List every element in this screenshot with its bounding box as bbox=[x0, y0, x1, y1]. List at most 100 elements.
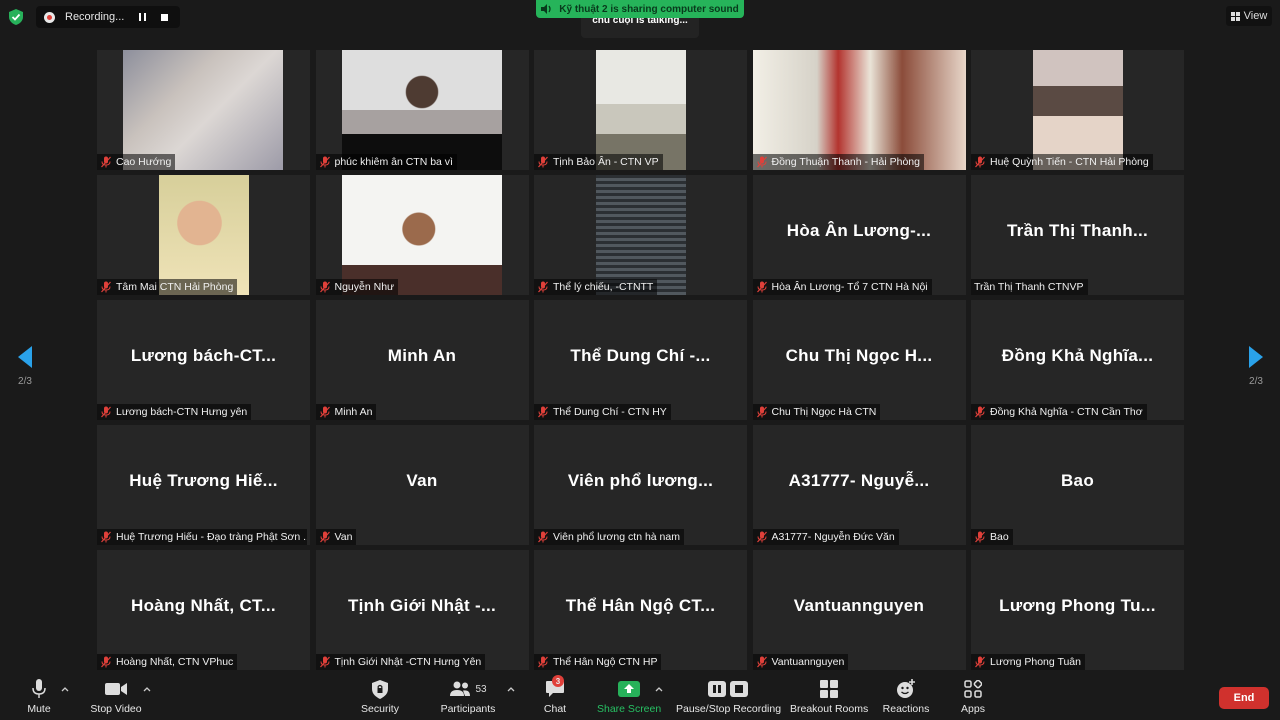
participant-name-label: Nguyễn Như bbox=[315, 279, 399, 295]
video-gallery: Cao Hướng phúc khiêm ân CTN ba vì Tịnh Bảo… bbox=[97, 50, 1184, 670]
participant-tile[interactable]: Tịnh Giới Nhật -... Tịnh Giới Nhật -CTN H… bbox=[315, 550, 529, 670]
participant-tile[interactable]: Cao Hướng bbox=[97, 50, 310, 170]
arrow-left-icon bbox=[18, 346, 32, 368]
participant-tile[interactable]: phúc khiêm ân CTN ba vì bbox=[315, 50, 529, 170]
participant-video bbox=[123, 50, 283, 170]
chat-unread-badge: 3 bbox=[552, 675, 564, 687]
participant-tile[interactable]: Vantuannguyen Vantuannguyen bbox=[752, 550, 966, 670]
pause-recording-button[interactable] bbox=[131, 6, 153, 28]
participant-tile[interactable]: Bao Bao bbox=[971, 425, 1184, 545]
participant-tile[interactable]: Van Van bbox=[315, 425, 529, 545]
share-screen-label: Share Screen bbox=[597, 703, 662, 715]
participant-label-text: Huệ Trương Hiếu - Đạo tràng Phật Sơn ... bbox=[116, 531, 307, 543]
participant-tile[interactable]: Hòa Ân Lương-... Hòa Ân Lương- Tổ 7 CTN H… bbox=[752, 175, 966, 295]
stop-video-label: Stop Video bbox=[90, 703, 142, 715]
meeting-toolbar: Mute Stop Video Security 53 Participants… bbox=[0, 672, 1280, 720]
page-indicator-left: 2/3 bbox=[18, 376, 32, 387]
view-button[interactable]: View bbox=[1226, 6, 1272, 26]
participants-count: 53 bbox=[475, 683, 487, 695]
muted-microphone-icon bbox=[101, 531, 111, 543]
participant-name-label: Thể lý chiếu, -CTNTT bbox=[534, 279, 658, 295]
share-screen-button[interactable]: Share Screen bbox=[597, 678, 661, 715]
view-label: View bbox=[1243, 10, 1268, 22]
participant-name-label: Viên phổ lương ctn hà nam bbox=[534, 529, 684, 545]
arrow-right-icon bbox=[1249, 346, 1263, 368]
participant-video bbox=[159, 175, 249, 295]
participant-name-label: Thể Dung Chí - CTN HY bbox=[534, 404, 671, 420]
muted-microphone-icon bbox=[319, 156, 330, 168]
chat-button[interactable]: 3 Chat bbox=[538, 675, 572, 715]
participant-tile[interactable]: Tịnh Bảo Ân - CTN VP bbox=[534, 50, 747, 170]
participant-label-text: Thể Dung Chí - CTN HY bbox=[553, 406, 667, 418]
participant-tile[interactable]: Lương bách-CT... Lương bách-CTN Hưng yên bbox=[97, 300, 310, 420]
muted-microphone-icon bbox=[538, 281, 548, 293]
participant-tile[interactable]: Tâm Mai CTN Hải Phòng bbox=[97, 175, 310, 295]
muted-microphone-icon bbox=[756, 406, 767, 418]
participant-tile[interactable]: Nguyễn Như bbox=[315, 175, 529, 295]
breakout-rooms-button[interactable]: Breakout Rooms bbox=[790, 678, 868, 715]
participants-icon bbox=[450, 681, 471, 696]
security-shield-icon[interactable] bbox=[9, 9, 23, 25]
mute-label: Mute bbox=[27, 703, 51, 715]
participant-name-label: Vantuannguyen bbox=[752, 654, 849, 670]
mute-button[interactable]: Mute bbox=[22, 678, 56, 715]
next-page-button[interactable]: 2/3 bbox=[1241, 346, 1271, 387]
participant-display-name: Huệ Trương Hiế... bbox=[129, 471, 278, 490]
participant-tile[interactable]: Huệ Trương Hiế... Huệ Trương Hiếu - Đạo t… bbox=[97, 425, 310, 545]
sharing-sound-banner[interactable]: Kỹ thuật 2 is sharing computer sound bbox=[536, 0, 744, 18]
audio-options-chevron-icon[interactable] bbox=[60, 684, 70, 694]
previous-page-button[interactable]: 2/3 bbox=[10, 346, 40, 387]
participant-tile[interactable]: Thể Dung Chí -... Thể Dung Chí - CTN HY bbox=[534, 300, 747, 420]
security-label: Security bbox=[361, 703, 399, 715]
muted-microphone-icon bbox=[319, 281, 330, 293]
participant-tile[interactable]: Thể lý chiếu, -CTNTT bbox=[534, 175, 747, 295]
participant-video bbox=[1033, 50, 1123, 170]
participant-tile[interactable]: Trần Thị Thanh... Trần Thị Thanh CTNVP bbox=[971, 175, 1184, 295]
muted-microphone-icon bbox=[101, 156, 111, 168]
participants-options-chevron-icon[interactable] bbox=[506, 684, 516, 694]
apps-label: Apps bbox=[961, 703, 985, 715]
recording-control-label: Pause/Stop Recording bbox=[676, 703, 782, 715]
participant-video bbox=[596, 50, 686, 170]
participant-display-name: Lương Phong Tu... bbox=[999, 596, 1156, 615]
sharing-sound-text: Kỹ thuật 2 is sharing computer sound bbox=[559, 3, 739, 15]
participant-tile[interactable]: Đồng Khả Nghĩa... Đồng Khả Nghĩa - CTN Cầ… bbox=[971, 300, 1184, 420]
stop-recording-button[interactable] bbox=[153, 6, 175, 28]
pause-icon bbox=[138, 13, 146, 21]
participant-tile[interactable]: Minh An Minh An bbox=[315, 300, 529, 420]
share-options-chevron-icon[interactable] bbox=[654, 684, 664, 694]
muted-microphone-icon bbox=[756, 156, 767, 168]
end-meeting-button[interactable]: End bbox=[1219, 687, 1269, 709]
participant-label-text: Minh An bbox=[334, 406, 373, 418]
security-button[interactable]: Security bbox=[354, 678, 406, 715]
muted-microphone-icon bbox=[756, 656, 767, 668]
muted-microphone-icon bbox=[975, 656, 985, 668]
participant-label-text: Cao Hướng bbox=[116, 156, 172, 168]
muted-microphone-icon bbox=[538, 531, 548, 543]
participant-tile[interactable]: Viên phổ lương... Viên phổ lương ctn hà n… bbox=[534, 425, 747, 545]
video-options-chevron-icon[interactable] bbox=[142, 684, 152, 694]
pause-stop-recording-button[interactable]: Pause/Stop Recording bbox=[676, 678, 782, 715]
participant-tile[interactable]: Thể Hân Ngộ CT... Thể Hân Ngộ CTN HP bbox=[534, 550, 747, 670]
participants-button[interactable]: 53 Participants bbox=[438, 678, 498, 715]
muted-microphone-icon bbox=[101, 406, 111, 418]
participant-video bbox=[341, 50, 502, 170]
reactions-label: Reactions bbox=[882, 703, 930, 715]
participant-tile[interactable]: Hoàng Nhất, CT... Hoàng Nhất, CTN VPhuc bbox=[97, 550, 310, 670]
reactions-button[interactable]: Reactions bbox=[880, 678, 932, 715]
muted-microphone-icon bbox=[319, 406, 330, 418]
participant-tile[interactable]: Huệ Quỳnh Tiến - CTN Hải Phòng bbox=[971, 50, 1184, 170]
participant-label-text: Hoàng Nhất, CTN VPhuc bbox=[116, 656, 234, 668]
participant-tile[interactable]: A31777- Nguyễ... A31777- Nguyễn Đức Văn bbox=[752, 425, 966, 545]
participant-display-name: Đồng Khả Nghĩa... bbox=[1001, 346, 1154, 365]
participant-tile[interactable]: Lương Phong Tu... Lương Phong Tuân bbox=[971, 550, 1184, 670]
participant-tile[interactable]: Chu Thị Ngọc H... Chu Thị Ngọc Hà CTN bbox=[752, 300, 966, 420]
apps-button[interactable]: Apps bbox=[956, 678, 990, 715]
participant-name-label: Huệ Quỳnh Tiến - CTN Hải Phòng bbox=[971, 154, 1153, 170]
muted-microphone-icon bbox=[975, 531, 985, 543]
participant-name-label: Đồng Thuận Thanh - Hải Phòng bbox=[752, 154, 924, 170]
stop-video-button[interactable]: Stop Video bbox=[86, 678, 146, 715]
recording-label: Recording... bbox=[65, 11, 125, 23]
muted-microphone-icon bbox=[101, 281, 111, 293]
participant-tile[interactable]: Đồng Thuận Thanh - Hải Phòng bbox=[752, 50, 966, 170]
